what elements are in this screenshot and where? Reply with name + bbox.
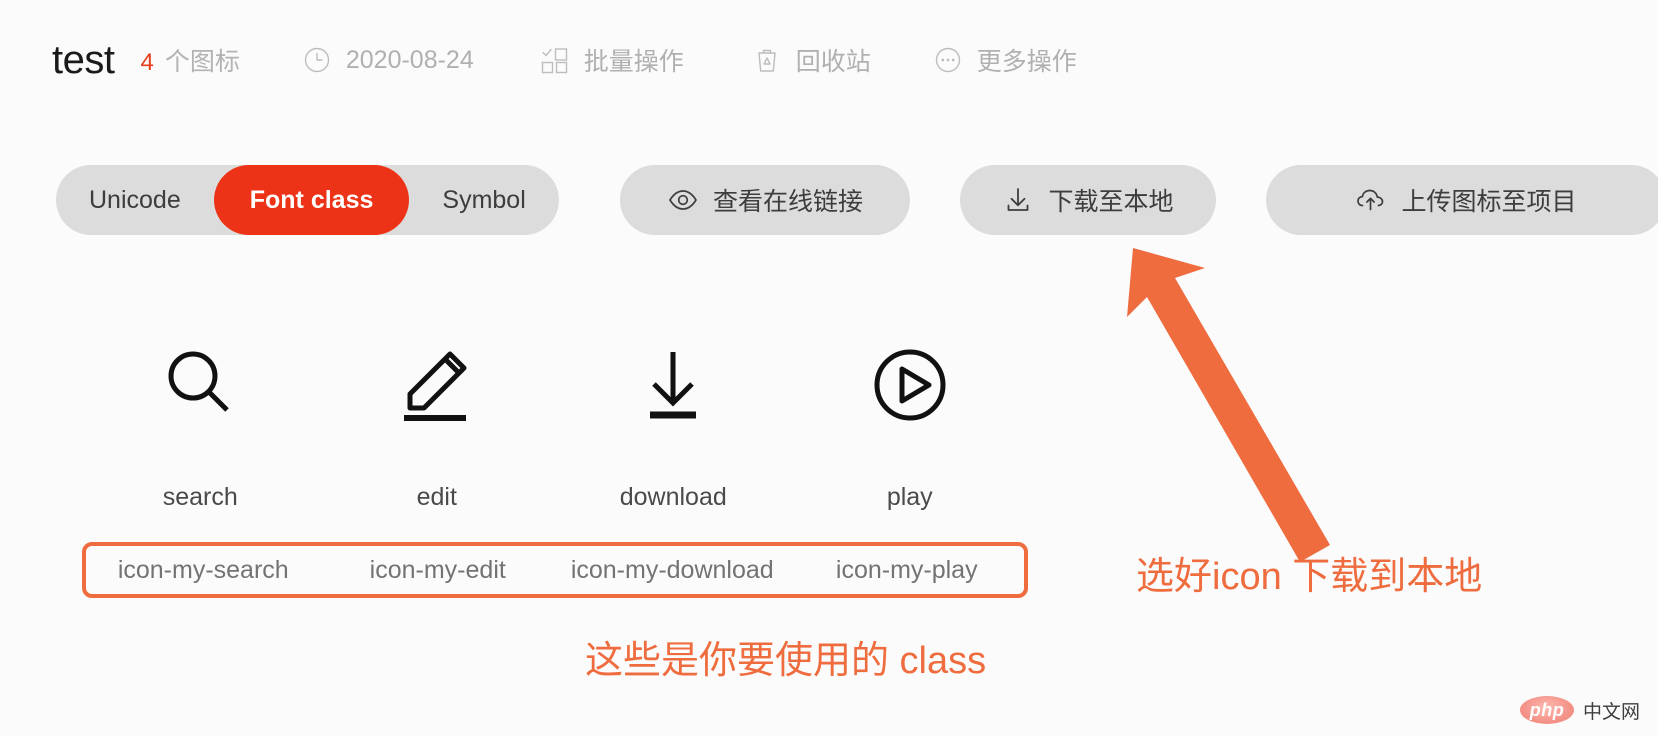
icon-label-play: play [886, 483, 933, 511]
watermark: php 中文网 [1519, 696, 1640, 724]
pencil-icon [394, 330, 480, 440]
batch-select-icon [540, 45, 570, 75]
icon-count-group: 4 个图标 [140, 42, 239, 78]
page-title: test [52, 38, 115, 82]
icon-label-download: download [619, 483, 727, 511]
class-annotation-text: 这些是你要使用的 class [585, 640, 987, 682]
watermark-text: 中文网 [1582, 701, 1640, 723]
page-header: test 4 个图标 2020-08-24 批量操作 回收站 更多操作 [0, 0, 1658, 120]
icon-cell-download[interactable]: download [555, 330, 792, 512]
icon-class-download[interactable]: icon-my-download [555, 556, 790, 585]
trash-icon [752, 45, 782, 75]
icon-class-search[interactable]: icon-my-search [86, 556, 321, 585]
eye-icon [667, 184, 699, 216]
download-icon [1002, 184, 1034, 216]
icon-label-edit: edit [416, 483, 457, 511]
cloud-upload-icon [1355, 184, 1387, 216]
icon-class-edit[interactable]: icon-my-edit [321, 556, 556, 585]
more-operations-button[interactable]: 更多操作 [933, 42, 1077, 78]
batch-operation-button[interactable]: 批量操作 [540, 42, 684, 78]
upload-icon-to-project-label: 上传图标至项目 [1401, 188, 1577, 216]
batch-operation-label: 批量操作 [583, 48, 684, 76]
icon-label-search: search [162, 483, 238, 511]
project-date: 2020-08-24 [302, 45, 474, 75]
download-annotation-text: 选好icon 下载到本地 [1136, 556, 1483, 598]
icon-grid: search edit download play [82, 330, 1028, 512]
download-arrow-icon [630, 330, 716, 440]
tab-unicode[interactable]: Unicode [56, 165, 214, 235]
download-annotation-arrow [1127, 248, 1330, 562]
more-operations-label: 更多操作 [976, 48, 1077, 76]
watermark-badge: php [1519, 696, 1574, 724]
icon-count-label: 个图标 [164, 48, 240, 76]
magnifier-icon [157, 330, 243, 440]
tab-font-class[interactable]: Font class [213, 165, 410, 235]
clock-icon [302, 45, 332, 75]
recycle-bin-label: 回收站 [795, 48, 871, 76]
play-circle-icon [867, 330, 953, 440]
icon-cell-play[interactable]: play [792, 330, 1029, 512]
toolbar: Unicode Font class Symbol 查看在线链接 下载至本地 上… [0, 155, 1658, 245]
icon-count-number: 4 [140, 49, 154, 76]
upload-icon-to-project-button[interactable]: 上传图标至项目 [1266, 165, 1658, 235]
download-to-local-label: 下载至本地 [1048, 188, 1174, 216]
view-online-link-label: 查看在线链接 [712, 188, 863, 216]
recycle-bin-button[interactable]: 回收站 [752, 42, 871, 78]
view-online-link-button[interactable]: 查看在线链接 [620, 165, 910, 235]
project-date-label: 2020-08-24 [345, 45, 474, 74]
icon-class-highlight-box: icon-my-search icon-my-edit icon-my-down… [82, 542, 1028, 598]
icon-cell-edit[interactable]: edit [319, 330, 556, 512]
format-segmented-control[interactable]: Unicode Font class Symbol [56, 165, 559, 235]
ellipsis-circle-icon [933, 45, 963, 75]
icon-class-play[interactable]: icon-my-play [790, 556, 1025, 585]
download-to-local-button[interactable]: 下载至本地 [960, 165, 1216, 235]
tab-symbol[interactable]: Symbol [409, 165, 558, 235]
icon-cell-search[interactable]: search [82, 330, 319, 512]
